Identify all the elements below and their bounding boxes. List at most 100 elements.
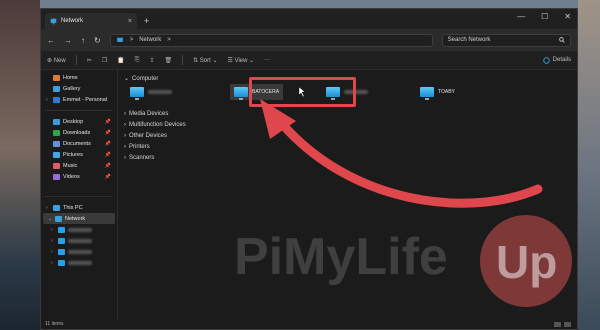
chevron-right-icon[interactable]: › <box>46 97 50 103</box>
sidebar-item-label: Downloads <box>63 129 91 136</box>
up-button[interactable]: ↑ <box>81 36 85 45</box>
computer-icon <box>58 259 65 266</box>
watermark-up: Up <box>496 236 557 288</box>
new-tab-button[interactable]: + <box>144 16 149 26</box>
sidebar-item-this-pc[interactable]: › This PC <box>41 202 117 213</box>
sidebar-item-network[interactable]: ⌄ Network <box>43 213 115 224</box>
desktop-background-left <box>0 0 40 330</box>
forward-button[interactable]: → <box>64 36 72 45</box>
desktop-icon <box>53 118 60 125</box>
new-label: New <box>53 57 66 64</box>
sidebar-item-label: Pictures <box>63 151 83 158</box>
breadcrumb-network[interactable]: Network <box>139 37 161 43</box>
view-toggles <box>554 321 571 327</box>
sidebar-item-onedrive[interactable]: › Emmet - Personal <box>41 94 117 105</box>
group-header-media-devices[interactable]: › Media Devices <box>124 108 571 119</box>
pimylifeup-logo: PiMyLife Up <box>234 215 572 307</box>
copy-icon[interactable]: ❐ <box>102 57 107 64</box>
sidebar-item-label: Network <box>65 215 86 222</box>
refresh-button[interactable]: ↻ <box>94 36 101 45</box>
sidebar-item-home[interactable]: Home <box>41 72 117 83</box>
chevron-down-icon[interactable]: ⌄ <box>48 216 52 222</box>
sort-label: Sort <box>199 57 211 64</box>
tab-network[interactable]: Network × <box>45 13 137 29</box>
download-icon <box>53 129 60 136</box>
view-button[interactable]: ☰ View ⌄ <box>228 57 255 64</box>
group-header-printers[interactable]: › Printers <box>124 141 571 152</box>
paste-icon[interactable]: 📋 <box>117 57 124 64</box>
sidebar-item-label: Home <box>63 74 78 81</box>
command-bar: ⊕ New ✂ ❐ 📋 ⎘ ⇪ 🗑 ⇅ Sort ⌄ ☰ View ⌄ ··· … <box>41 51 577 70</box>
sidebar-item-label: Emmet - Personal <box>63 96 108 103</box>
tiles-view-icon[interactable] <box>564 321 571 327</box>
chevron-right-icon[interactable]: › <box>46 205 50 211</box>
sidebar-item-desktop[interactable]: Desktop 📌 <box>41 116 117 127</box>
network-computer-toaby[interactable]: TOABY <box>420 87 455 100</box>
more-button[interactable]: ··· <box>264 57 270 63</box>
address-field[interactable]: > Network > <box>109 33 433 47</box>
network-icon <box>55 215 62 222</box>
group-header-multifunction-devices[interactable]: › Multifunction Devices <box>124 119 571 130</box>
new-button[interactable]: ⊕ New <box>47 57 66 64</box>
group-label: Multifunction Devices <box>129 121 186 128</box>
sidebar-item-label: Videos <box>63 173 80 180</box>
blurred-label <box>68 238 92 243</box>
pin-icon: 📌 <box>104 162 111 169</box>
divider <box>75 55 77 65</box>
back-button[interactable]: ← <box>47 36 55 45</box>
breadcrumb-chevron[interactable]: > <box>167 37 171 43</box>
details-button[interactable]: Details <box>542 56 571 64</box>
sidebar-item-documents[interactable]: Documents 📌 <box>41 138 117 149</box>
sidebar-item-gallery[interactable]: Gallery <box>41 83 117 94</box>
group-header-other-devices[interactable]: › Other Devices <box>124 130 571 141</box>
group-label: Printers <box>129 143 150 150</box>
rename-icon[interactable]: ⎘ <box>135 57 140 64</box>
sidebar-item-label: Documents <box>63 140 91 147</box>
blurred-label <box>68 260 92 265</box>
group-label: Scanners <box>129 154 155 161</box>
sidebar-item-label: Gallery <box>63 85 81 92</box>
search-input[interactable]: Search Network <box>441 33 571 47</box>
share-icon[interactable]: ⇪ <box>149 57 154 64</box>
sidebar-item-network-pc[interactable]: › <box>41 235 117 246</box>
sidebar-item-network-pc[interactable]: › <box>41 257 117 268</box>
music-icon <box>53 162 60 169</box>
close-tab-icon[interactable]: × <box>128 18 132 25</box>
title-bar: Network × + — ☐ ✕ <box>41 9 577 29</box>
sidebar-item-network-pc[interactable]: › <box>41 246 117 257</box>
network-icon <box>50 18 57 24</box>
sidebar-item-pictures[interactable]: Pictures 📌 <box>41 149 117 160</box>
chevron-down-icon: ⌄ <box>124 76 130 82</box>
group-header-scanners[interactable]: › Scanners <box>124 152 571 163</box>
monitor-icon <box>234 87 248 100</box>
details-view-icon[interactable] <box>554 321 561 327</box>
cloud-icon <box>53 96 60 103</box>
maximize-button[interactable]: ☐ <box>541 12 548 21</box>
chevron-right-icon: › <box>124 110 126 117</box>
computer-icon <box>58 248 65 255</box>
sidebar-item-videos[interactable]: Videos 📌 <box>41 171 117 182</box>
network-location-icon <box>116 37 123 42</box>
item-count: 11 items <box>45 321 64 327</box>
chevron-right-icon: › <box>124 154 126 161</box>
desktop-background-right <box>578 0 600 330</box>
divider <box>182 55 184 65</box>
close-window-button[interactable]: ✕ <box>564 12 571 21</box>
cut-icon[interactable]: ✂ <box>87 57 92 64</box>
sidebar-item-network-pc[interactable]: › <box>41 224 117 235</box>
delete-icon[interactable]: 🗑 <box>164 57 172 64</box>
sidebar-item-downloads[interactable]: Downloads 📌 <box>41 127 117 138</box>
sidebar-item-label: Desktop <box>63 118 84 125</box>
sidebar-item-music[interactable]: Music 📌 <box>41 160 117 171</box>
home-icon <box>53 74 60 81</box>
network-computer[interactable] <box>130 87 172 100</box>
sort-button[interactable]: ⇅ Sort ⌄ <box>193 57 217 64</box>
blurred-label <box>148 90 172 94</box>
minimize-button[interactable]: — <box>517 12 525 21</box>
divider <box>45 110 113 111</box>
group-label: Media Devices <box>129 110 169 117</box>
pin-icon: 📌 <box>104 140 111 147</box>
watermark-logo: PiMyLife Up <box>234 206 574 316</box>
group-label: Other Devices <box>129 132 168 139</box>
computer-icon <box>53 204 60 211</box>
